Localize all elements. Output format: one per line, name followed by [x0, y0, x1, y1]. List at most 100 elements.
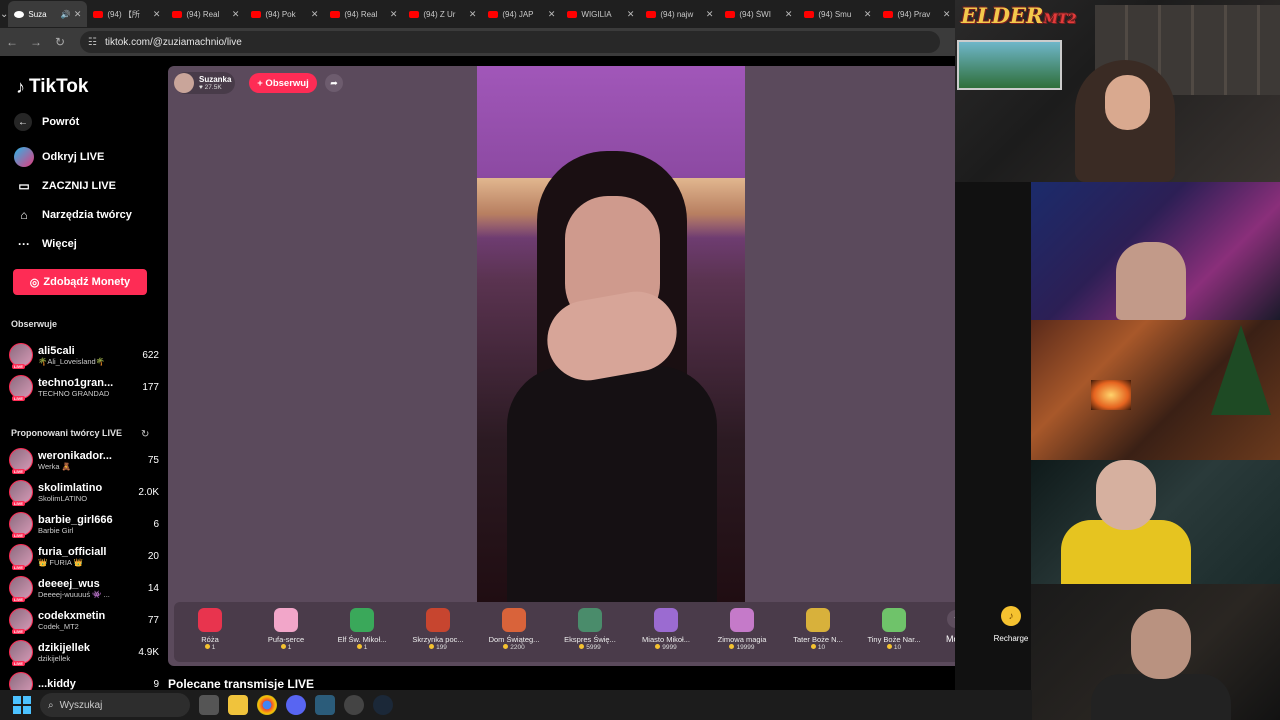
browser-tab[interactable]: (94) Real ✕: [324, 1, 403, 27]
more-dots-icon: ···: [18, 237, 30, 251]
tab-search-icon[interactable]: ⌄: [0, 0, 8, 28]
gift-item[interactable]: Elf Św. Mikoł... 1: [326, 608, 398, 651]
close-icon[interactable]: ✕: [311, 9, 319, 20]
gift-item[interactable]: Miasto Mikoł... 9999: [630, 608, 702, 651]
browser-tab[interactable]: (94) JAP ✕: [482, 1, 561, 27]
gift-item[interactable]: Tiny Boże Nar... 10: [858, 608, 930, 651]
creator-list-item[interactable]: LIVE codekxmetin Codek_MT2 77: [9, 606, 159, 634]
elder-mt2-logo: ELDERMT2: [961, 3, 1077, 28]
coin-icon: [356, 644, 362, 649]
browser-tab[interactable]: (94) 【所 ✕: [87, 1, 166, 27]
browser-tab[interactable]: (94) Real ✕: [166, 1, 245, 27]
nav-creator-tools[interactable]: ⌂ Narzędzia twórcy: [14, 205, 132, 225]
site-settings-icon[interactable]: ☷: [88, 37, 97, 48]
nav-start-live[interactable]: ▭ ZACZNIJ LIVE: [14, 176, 116, 196]
file-explorer-icon[interactable]: [228, 695, 248, 715]
gift-icon: [578, 608, 602, 632]
close-icon[interactable]: ✕: [706, 9, 714, 20]
gift-price: 10: [858, 644, 930, 651]
creator-list-item[interactable]: LIVE techno1gran... TECHNO GRANDAD 177: [9, 373, 159, 401]
windows-start-icon[interactable]: [13, 696, 31, 714]
close-icon[interactable]: ✕: [627, 9, 635, 20]
live-badge: LIVE: [12, 364, 25, 369]
close-icon[interactable]: ✕: [785, 9, 793, 20]
creator-list-item[interactable]: LIVE dzikijellek dzikijellek 4.9K: [9, 638, 159, 666]
gift-item[interactable]: Róża 1: [174, 608, 246, 651]
browser-tab[interactable]: (94) Prav ✕: [877, 1, 956, 27]
gift-icon: [882, 608, 906, 632]
creator-list-item[interactable]: LIVE ali5cali 🌴Ali_Loveisland🌴 622: [9, 341, 159, 369]
close-icon[interactable]: ✕: [390, 9, 398, 20]
url-text: tiktok.com/@zuziamachnio/live: [104, 36, 242, 48]
gift-item[interactable]: Skrzynka poc... 199: [402, 608, 474, 651]
browser-tab[interactable]: (94) Z Ur ✕: [403, 1, 482, 27]
youtube-favicon-icon: [172, 10, 183, 18]
browser-tab[interactable]: WIGILIA ✕: [561, 1, 640, 27]
viewer-count: 75: [147, 454, 159, 466]
gift-item[interactable]: Pufa-serce 1: [250, 608, 322, 651]
discord-icon[interactable]: [286, 695, 306, 715]
forward-arrow-icon[interactable]: →: [24, 35, 48, 49]
close-icon[interactable]: ✕: [943, 9, 951, 20]
host-likes: ♥ 27.5K: [199, 84, 222, 91]
close-icon[interactable]: ✕: [469, 9, 477, 20]
creator-list-item[interactable]: LIVE weronikador... Werka 🧸 75: [9, 446, 159, 474]
avatar: LIVE: [9, 576, 33, 602]
gift-item[interactable]: Tater Boże N... 10: [782, 608, 854, 651]
creator-list-item[interactable]: LIVE ...kiddy 9: [9, 670, 159, 690]
gift-name: Pufa-serce: [267, 635, 305, 644]
host-avatar: [174, 73, 194, 93]
more-gifts-button[interactable]: ⌃ More: [946, 610, 955, 644]
app-window-icon[interactable]: [315, 695, 335, 715]
url-field[interactable]: ☷ tiktok.com/@zuziamachnio/live: [80, 31, 940, 53]
host-info[interactable]: Suzanka ♥ 27.5K: [174, 72, 236, 94]
gift-price: 1: [250, 644, 322, 651]
chrome-icon[interactable]: [257, 695, 277, 715]
webcam-guest-1: [1031, 182, 1280, 320]
browser-tab[interactable]: Suza 🔊 ✕: [8, 1, 88, 27]
steam-icon[interactable]: [373, 695, 393, 715]
share-icon[interactable]: ➦: [325, 74, 343, 92]
nav-discover-live[interactable]: Odkryj LIVE: [14, 147, 104, 167]
close-icon[interactable]: ✕: [74, 9, 82, 20]
gift-price-value: 10: [893, 644, 902, 651]
follow-button[interactable]: + Obserwuj: [249, 73, 317, 93]
gift-item[interactable]: Ekspres Świę... 5999: [554, 608, 626, 651]
creator-list-item[interactable]: LIVE skolimlatino SkolimLATINO 2.0K: [9, 478, 159, 506]
get-coins-button[interactable]: ◎ Zdobądź Monety: [13, 269, 147, 295]
back-arrow-icon[interactable]: ←: [0, 35, 24, 49]
close-icon[interactable]: ✕: [232, 9, 240, 20]
creator-list-item[interactable]: LIVE barbie_girl666 Barbie Girl 6: [9, 510, 159, 538]
avatar: LIVE: [9, 480, 33, 506]
gift-item[interactable]: Dom Świąteg... 2200: [478, 608, 550, 651]
live-video[interactable]: [477, 66, 745, 602]
browser-tab[interactable]: (94) najw ✕: [640, 1, 719, 27]
gift-name: Miasto Mikoł...: [642, 635, 690, 644]
gift-item[interactable]: Zimowa magia 19999: [706, 608, 778, 651]
taskbar-search[interactable]: ⌕ Wyszukaj: [40, 693, 190, 717]
reload-icon[interactable]: ↻: [48, 35, 72, 49]
nav-more[interactable]: ··· Więcej: [14, 234, 77, 254]
task-view-icon[interactable]: [199, 695, 219, 715]
gift-name: Elf Św. Mikoł...: [337, 635, 387, 644]
browser-tab[interactable]: (94) ŚWI ✕: [719, 1, 798, 27]
speaker-icon[interactable]: 🔊: [61, 10, 71, 19]
creator-list-item[interactable]: LIVE furia_officiall 👑 FURIA 👑 20: [9, 542, 159, 570]
recharge-button[interactable]: ♪ Recharge: [990, 606, 1032, 643]
tiktok-logo[interactable]: ♪ TikTok: [16, 76, 88, 98]
browser-tab[interactable]: (94) Pok ✕: [245, 1, 324, 27]
refresh-icon[interactable]: ↻: [141, 429, 149, 440]
back-link[interactable]: ← Powrót: [14, 113, 79, 131]
creator-username: furia_officiall: [38, 545, 107, 558]
tab-label: (94) Pok: [265, 9, 296, 19]
close-icon[interactable]: ✕: [864, 9, 872, 20]
creator-list-item[interactable]: LIVE deeeej_wus Deeeej-wuuuuś 👾 ... 14: [9, 574, 159, 602]
obs-icon[interactable]: [344, 695, 364, 715]
close-icon[interactable]: ✕: [153, 9, 161, 20]
avatar: LIVE: [9, 375, 33, 401]
creator-username: techno1gran...: [38, 376, 114, 389]
browser-tab[interactable]: (94) Smu ✕: [798, 1, 877, 27]
viewer-count: 4.9K: [138, 646, 159, 658]
close-icon[interactable]: ✕: [548, 9, 556, 20]
gift-icon: [806, 608, 830, 632]
